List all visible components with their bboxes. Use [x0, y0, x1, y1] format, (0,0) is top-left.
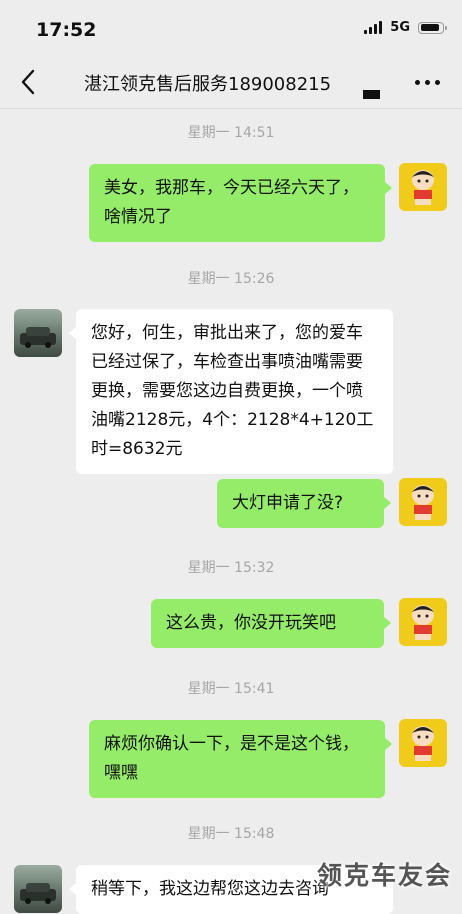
- message-timestamp: 星期一 15:32: [187, 560, 275, 576]
- contact-avatar[interactable]: [14, 309, 62, 357]
- watermark: 领克车友会: [316, 861, 452, 890]
- network-type: 5G: [390, 20, 410, 35]
- cartoon-avatar-icon: [412, 485, 434, 520]
- incoming-message-bubble[interactable]: 您好，何生，审批出来了，您的爱车已经过保了，车检查出事喷油嘴需要更换，需要您这边…: [69, 309, 393, 474]
- signal-icon: [364, 21, 383, 34]
- outgoing-message-bubble[interactable]: 麻烦你确认一下，是不是这个钱，嘿嘿: [89, 720, 392, 798]
- outgoing-message-bubble[interactable]: 这么贵，你没开玩笑吧: [151, 599, 391, 648]
- status-time: 17:52: [36, 19, 97, 41]
- car-photo-icon: [20, 327, 56, 348]
- chat-header: 湛江领克售后服务189008215: [0, 56, 462, 109]
- cartoon-avatar-icon: [412, 726, 434, 761]
- cartoon-avatar-icon: [412, 605, 434, 640]
- outgoing-message-bubble[interactable]: 大灯申请了没?: [217, 479, 391, 528]
- status-icons: 5G: [364, 20, 447, 35]
- redaction-block: [363, 90, 380, 99]
- message-timestamp: 星期一 15:26: [187, 271, 275, 287]
- message-timestamp: 星期一 15:41: [187, 681, 275, 697]
- car-photo-icon: [20, 883, 56, 904]
- status-bar: 17:52 5G: [0, 0, 462, 50]
- contact-avatar[interactable]: [14, 865, 62, 913]
- chat-title: 湛江领克售后服务189008215: [84, 74, 332, 95]
- self-avatar[interactable]: [399, 719, 447, 767]
- message-timestamp: 星期一 15:48: [187, 826, 275, 842]
- battery-icon: [418, 21, 447, 34]
- outgoing-message-bubble[interactable]: 美女，我那车，今天已经六天了，啥情况了: [89, 164, 392, 242]
- message-timestamp: 星期一 14:51: [187, 125, 275, 141]
- self-avatar[interactable]: [399, 598, 447, 646]
- self-avatar[interactable]: [399, 478, 447, 526]
- self-avatar[interactable]: [399, 163, 447, 211]
- cartoon-avatar-icon: [412, 170, 434, 205]
- more-options-icon[interactable]: [415, 80, 440, 85]
- back-arrow-icon[interactable]: [17, 68, 41, 96]
